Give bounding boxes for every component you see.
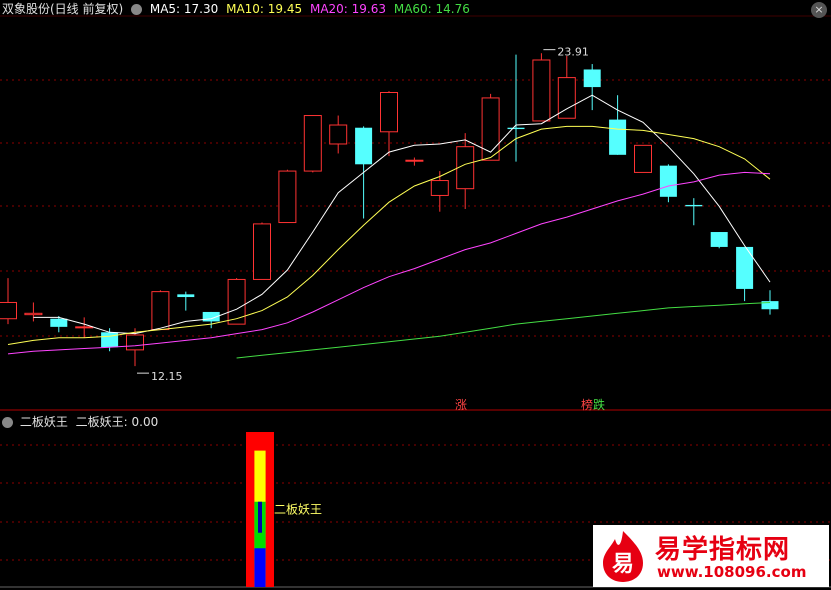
indicator-value: 二板妖王: 0.00 [75,415,159,429]
flame-logo-icon: 易 [603,531,643,582]
ma5-label: MA5: 17.30 [149,2,219,16]
watermark: 易 易学指标网 www.108096.com [593,525,829,587]
signal-marker: 涨 [455,397,467,412]
chart-stage[interactable]: 23.91 12.15 涨 榜跌二板妖王 双象股份(日线 前复权) MA5: 17.3… [0,0,831,590]
candle-body [507,127,525,130]
candle-body [710,232,728,247]
candle-body [685,204,703,207]
signal-marker: 跌 [593,397,605,412]
candle-body [659,165,677,197]
indicator-bar-notch [258,501,262,533]
candle-body [329,124,348,145]
indicator-label: 二板妖王 [274,503,322,517]
candle-body [253,223,271,280]
settings-icon[interactable] [131,4,143,15]
price-annotation: 23.91 [557,46,589,59]
candle-body [583,69,601,88]
candle-body [609,119,627,155]
candle-body [303,115,322,172]
candle-body [380,92,398,133]
ma20-label: MA20: 19.63 [309,2,387,16]
close-icon[interactable]: × [811,2,827,18]
indicator-header: 二板妖王 二板妖王: 0.00 [2,414,162,430]
price-chart[interactable]: 23.91 12.15 涨 榜跌二板妖王 [0,0,831,590]
candle-body [355,127,373,165]
candle-body [634,144,652,173]
candle-body [227,278,246,325]
ma-line-ma20 [7,171,771,355]
candle-body [50,318,68,327]
price-annotation: 12.15 [151,370,183,383]
candle-body [430,180,449,196]
stock-title: 双象股份(日线 前复权) [2,2,124,16]
watermark-title: 易学指标网 [655,535,791,565]
indicator-bar-blue [254,548,266,587]
ma-line-ma5 [33,94,771,335]
candle-body [24,312,43,316]
ma60-label: MA60: 14.76 [393,2,470,16]
price-header: 双象股份(日线 前复权) MA5: 17.30 MA10: 19.45 MA20… [2,1,474,17]
candle-body [481,97,500,161]
candle-body [0,301,17,320]
signal-marker: 榜 [581,397,593,412]
indicator-name: 二板妖王 [19,415,68,429]
ma10-label: MA10: 19.45 [226,2,303,16]
ma-line-ma60 [236,302,771,359]
ma-line-ma10 [7,125,771,345]
candle-body [532,59,551,122]
settings-icon[interactable] [2,417,13,428]
candle-body [126,334,144,351]
candle-body [75,326,94,329]
candle-body [278,170,297,224]
candle-body [405,159,424,162]
candle-body [177,294,195,298]
candle-body [736,246,754,289]
watermark-url: www.108096.com [657,563,807,581]
watermark-logo-char: 易 [612,552,634,577]
candle-body [101,332,119,348]
candle-body [151,291,170,331]
